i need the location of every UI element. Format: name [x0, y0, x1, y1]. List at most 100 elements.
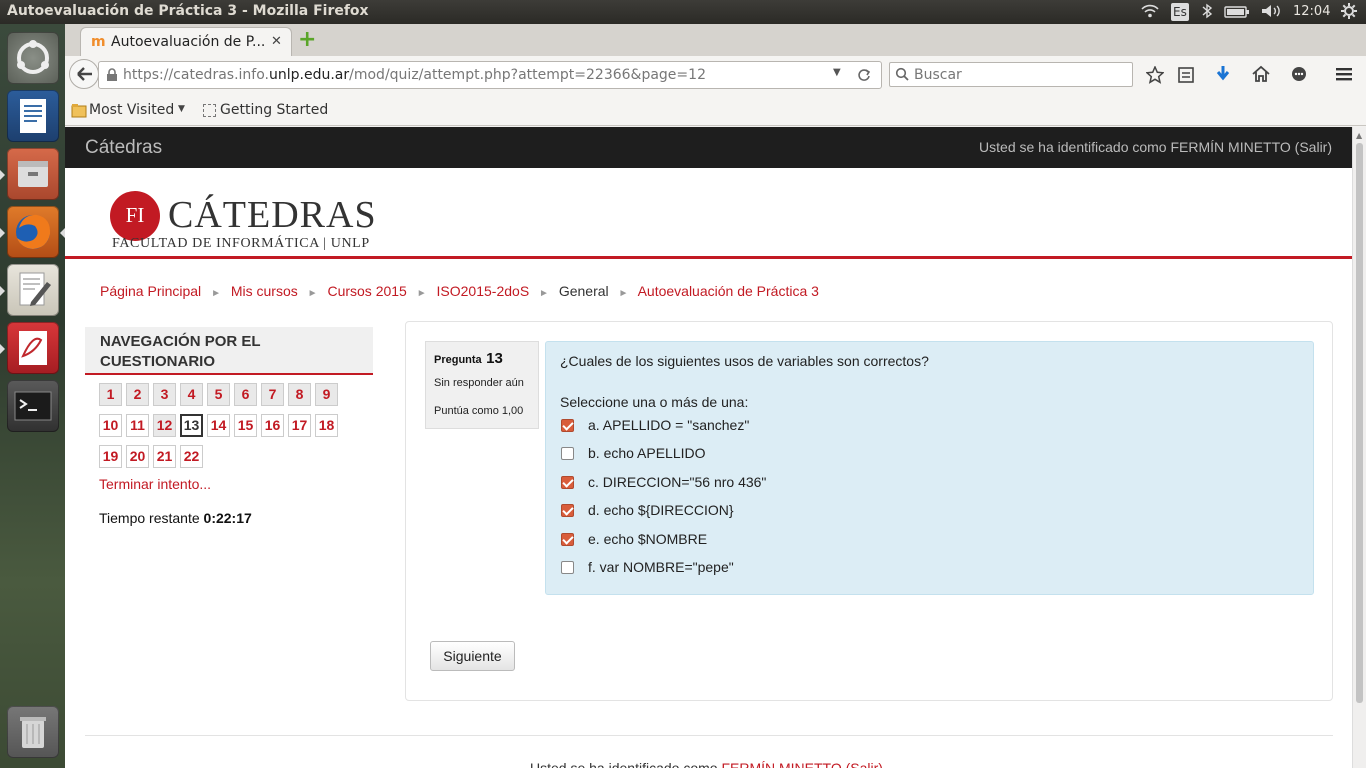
- site-navbar: Cátedras Usted se ha identificado como F…: [65, 127, 1352, 168]
- running-indicator: [0, 286, 5, 296]
- quiz-nav-question-15[interactable]: 15: [234, 414, 257, 437]
- breadcrumb-separator: ►: [618, 288, 629, 299]
- tab-active[interactable]: m Autoevaluación de P... ✕: [80, 27, 292, 56]
- url-text: https://catedras.info.unlp.edu.ar/mod/qu…: [123, 67, 706, 83]
- new-tab-icon[interactable]: +: [298, 27, 316, 52]
- firefox-icon[interactable]: [7, 206, 59, 258]
- quiz-region: Pregunta 13 Sin responder aún Puntúa com…: [405, 321, 1333, 701]
- footer-logout-link[interactable]: (Salir): [846, 760, 883, 768]
- breadcrumb-home[interactable]: Página Principal: [100, 283, 201, 299]
- ubuntu-dash-icon[interactable]: [7, 32, 59, 84]
- libreoffice-writer-icon[interactable]: [7, 90, 59, 142]
- wifi-icon[interactable]: [1140, 3, 1160, 23]
- terminal-icon[interactable]: [7, 380, 59, 432]
- web-content: Cátedras Usted se ha identificado como F…: [65, 127, 1352, 768]
- bookmarks-menu-icon[interactable]: [1178, 66, 1194, 84]
- download-icon[interactable]: [1215, 65, 1231, 83]
- quiz-nav-question-13[interactable]: 13: [180, 414, 203, 437]
- checkbox-unchecked[interactable]: [561, 447, 574, 461]
- clock[interactable]: 12:04: [1293, 4, 1330, 19]
- text-editor-icon[interactable]: [7, 264, 59, 316]
- checkbox-checked[interactable]: [561, 475, 574, 489]
- checkbox-unchecked[interactable]: [561, 561, 574, 574]
- answer-option-label[interactable]: e. echo $NOMBRE: [588, 531, 707, 547]
- bluetooth-icon[interactable]: [1201, 3, 1213, 23]
- time-label: Tiempo restante: [99, 510, 200, 526]
- hamburger-menu-icon[interactable]: [1335, 66, 1353, 82]
- checkbox-checked[interactable]: [561, 504, 574, 518]
- answer-option-label[interactable]: c. DIRECCION="56 nro 436": [588, 474, 766, 490]
- breadcrumb: Página Principal ► Mis cursos ► Cursos 2…: [100, 283, 819, 299]
- volume-icon[interactable]: [1260, 3, 1282, 23]
- quiz-nav-question-16[interactable]: 16: [261, 414, 284, 437]
- next-button[interactable]: Siguiente: [430, 641, 515, 671]
- settings-gear-icon[interactable]: [1340, 2, 1358, 24]
- quiz-nav-question-7[interactable]: 7: [261, 383, 284, 406]
- breadcrumb-my-courses[interactable]: Mis cursos: [231, 283, 298, 299]
- logo-subtitle: FACULTAD DE INFORMÁTICA | UNLP: [112, 236, 370, 251]
- search-field[interactable]: Buscar: [889, 62, 1133, 87]
- keyboard-layout-indicator[interactable]: Es: [1171, 3, 1189, 21]
- quiz-nav-question-22[interactable]: 22: [180, 445, 203, 468]
- question-state: Sin responder aún: [434, 377, 524, 389]
- quiz-nav-question-5[interactable]: 5: [207, 383, 230, 406]
- site-name-link[interactable]: Cátedras: [85, 137, 162, 159]
- answer-option-label[interactable]: a. APELLIDO = "sanchez": [588, 417, 749, 433]
- answer-option-label[interactable]: b. echo APELLIDO: [588, 445, 706, 461]
- breadcrumb-separator: ►: [307, 288, 318, 299]
- quiz-nav-question-12[interactable]: 12: [153, 414, 176, 437]
- reload-icon[interactable]: [857, 68, 871, 82]
- quiz-nav-question-17[interactable]: 17: [288, 414, 311, 437]
- breadcrumb-quiz[interactable]: Autoevaluación de Práctica 3: [638, 283, 819, 299]
- back-button[interactable]: [69, 59, 99, 89]
- footer-user-link[interactable]: FERMÍN MINETTO: [721, 760, 841, 768]
- scroll-up-icon[interactable]: ▲: [1356, 131, 1362, 140]
- scrollbar-thumb[interactable]: [1356, 143, 1363, 703]
- bookmark-most-visited[interactable]: Most Visited: [89, 102, 174, 118]
- quiz-nav-question-2[interactable]: 2: [126, 383, 149, 406]
- quiz-nav-question-1[interactable]: 1: [99, 383, 122, 406]
- url-dropdown-icon[interactable]: ▼: [833, 67, 841, 78]
- checkbox-checked[interactable]: [561, 532, 574, 546]
- quiz-nav-question-20[interactable]: 20: [126, 445, 149, 468]
- checkbox-checked[interactable]: [561, 419, 574, 432]
- breadcrumb-course[interactable]: ISO2015-2doS: [437, 283, 530, 299]
- login-info[interactable]: Usted se ha identificado como FERMÍN MIN…: [979, 139, 1332, 155]
- quiz-nav-question-21[interactable]: 21: [153, 445, 176, 468]
- chat-icon[interactable]: [1290, 65, 1308, 83]
- trash-icon[interactable]: [7, 706, 59, 758]
- chevron-down-icon[interactable]: ▼: [178, 104, 185, 114]
- scrollbar[interactable]: ▲: [1352, 127, 1366, 768]
- tab-close-icon[interactable]: ✕: [271, 34, 282, 49]
- home-icon[interactable]: [1252, 65, 1270, 83]
- quiz-nav-question-9[interactable]: 9: [315, 383, 338, 406]
- battery-icon[interactable]: [1224, 5, 1250, 23]
- launcher: [0, 24, 65, 768]
- finish-attempt-link[interactable]: Terminar intento...: [99, 476, 211, 492]
- question-number: Pregunta 13: [434, 350, 503, 367]
- pdf-viewer-icon[interactable]: [7, 322, 59, 374]
- quiz-nav-question-8[interactable]: 8: [288, 383, 311, 406]
- quiz-nav-title: NAVEGACIÓN POR EL CUESTIONARIO: [100, 333, 261, 370]
- breadcrumb-courses-2015[interactable]: Cursos 2015: [327, 283, 406, 299]
- quiz-nav-question-4[interactable]: 4: [180, 383, 203, 406]
- quiz-nav-question-3[interactable]: 3: [153, 383, 176, 406]
- window-title: Autoevaluación de Práctica 3 - Mozilla F…: [7, 3, 369, 19]
- quiz-nav-question-18[interactable]: 18: [315, 414, 338, 437]
- answer-option-label[interactable]: d. echo ${DIRECCION}: [588, 502, 734, 518]
- bookmark-getting-started[interactable]: Getting Started: [220, 102, 328, 118]
- quiz-nav-question-14[interactable]: 14: [207, 414, 230, 437]
- breadcrumb-separator: ►: [211, 288, 221, 299]
- files-icon[interactable]: [7, 148, 59, 200]
- quiz-nav-question-6[interactable]: 6: [234, 383, 257, 406]
- breadcrumb-section: General: [558, 283, 609, 299]
- moodle-favicon-icon: m: [91, 34, 106, 50]
- running-indicator: [0, 170, 5, 180]
- question-content: ¿Cuales de los siguientes usos de variab…: [545, 341, 1314, 595]
- url-bar[interactable]: https://catedras.info.unlp.edu.ar/mod/qu…: [98, 61, 882, 89]
- answer-option-label[interactable]: f. var NOMBRE="pepe": [588, 559, 734, 575]
- bookmark-star-icon[interactable]: [1146, 66, 1164, 84]
- quiz-nav-question-11[interactable]: 11: [126, 414, 149, 437]
- quiz-nav-question-10[interactable]: 10: [99, 414, 122, 437]
- quiz-nav-question-19[interactable]: 19: [99, 445, 122, 468]
